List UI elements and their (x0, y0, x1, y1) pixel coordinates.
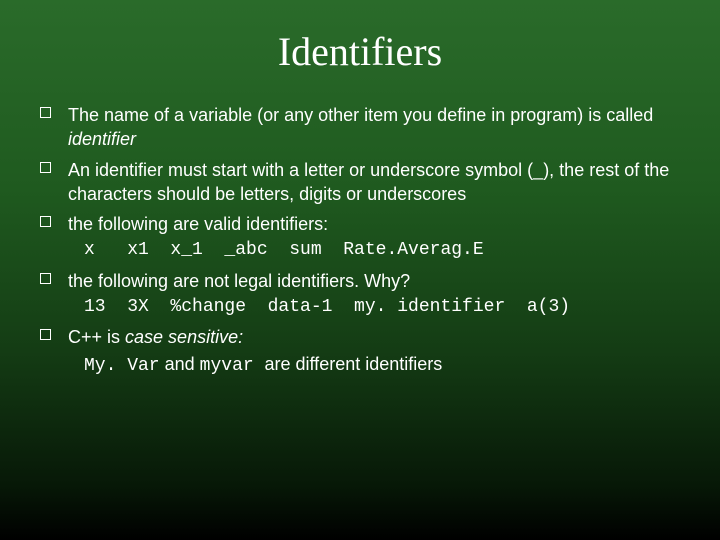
list-item: the following are valid identifiers: x x… (40, 212, 680, 263)
code-text: myvar (200, 356, 265, 376)
body-text: are different identifiers (264, 354, 442, 374)
code-example: My. Var and myvar are different identifi… (68, 352, 680, 378)
body-text: the following are valid identifiers: (68, 214, 328, 234)
square-bullet-icon (40, 273, 51, 284)
body-text-italic: identifier (68, 129, 136, 149)
page-title: Identifiers (40, 28, 680, 75)
code-example: 13 3X %change data-1 my. identifier a(3) (68, 295, 680, 319)
square-bullet-icon (40, 162, 51, 173)
bullet-list: The name of a variable (or any other ite… (40, 103, 680, 378)
body-text: The name of a variable (or any other ite… (68, 105, 653, 125)
list-item: C++ is case sensitive: My. Var and myvar… (40, 325, 680, 378)
list-item: An identifier must start with a letter o… (40, 158, 680, 207)
square-bullet-icon (40, 107, 51, 118)
list-item: The name of a variable (or any other ite… (40, 103, 680, 152)
body-text: C++ is (68, 327, 125, 347)
code-example: x x1 x_1 _abc sum Rate.Averag.E (68, 238, 680, 262)
body-text-italic: case sensitive: (125, 327, 243, 347)
list-item: the following are not legal identifiers.… (40, 269, 680, 320)
square-bullet-icon (40, 329, 51, 340)
slide: Identifiers The name of a variable (or a… (0, 0, 720, 540)
square-bullet-icon (40, 216, 51, 227)
body-text: An identifier must start with a letter o… (68, 160, 669, 204)
body-text: and (160, 354, 200, 374)
code-text: My. Var (84, 356, 160, 376)
body-text: the following are not legal identifiers.… (68, 271, 410, 291)
